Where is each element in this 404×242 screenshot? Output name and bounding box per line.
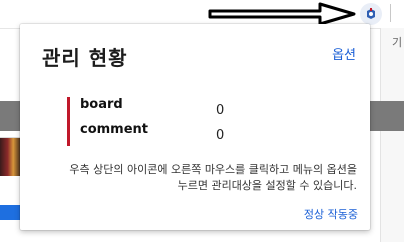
extension-toolbar-button[interactable] bbox=[360, 3, 382, 25]
options-link[interactable]: 옵션 bbox=[332, 44, 356, 63]
status-indicator[interactable]: 정상 작동중 bbox=[304, 206, 358, 222]
description-line: 우측 상단의 아이콘에 오른쪽 마우스를 클릭하고 메뉴의 옵션을 bbox=[69, 163, 357, 176]
popup-description: 우측 상단의 아이콘에 오른쪽 마우스를 클릭하고 메뉴의 옵션을 누르면 관리… bbox=[32, 162, 357, 194]
page-right-edge-text: 기 bbox=[392, 36, 403, 49]
page-right-column bbox=[380, 28, 404, 242]
stat-label: board bbox=[80, 97, 123, 112]
stat-value: 0 bbox=[216, 103, 225, 118]
arrow-right-icon bbox=[208, 2, 356, 26]
stat-row-comment: comment 0 bbox=[80, 122, 340, 143]
toolbar-separator bbox=[390, 4, 391, 22]
extension-popup: 관리 현황 옵션 board 0 comment 0 우측 상단의 아이콘에 오… bbox=[20, 24, 370, 230]
description-line: 누르면 관리대상을 설정할 수 있습니다. bbox=[177, 179, 357, 192]
stat-value: 0 bbox=[216, 128, 225, 143]
page-blue-button bbox=[0, 205, 22, 220]
stat-marker-bar bbox=[67, 97, 70, 146]
stat-row-board: board 0 bbox=[80, 97, 340, 118]
puzzle-extension-icon bbox=[367, 8, 375, 19]
popup-title: 관리 현황 bbox=[42, 46, 128, 70]
stat-label: comment bbox=[80, 122, 149, 137]
page-thumbnail-image bbox=[0, 138, 22, 176]
